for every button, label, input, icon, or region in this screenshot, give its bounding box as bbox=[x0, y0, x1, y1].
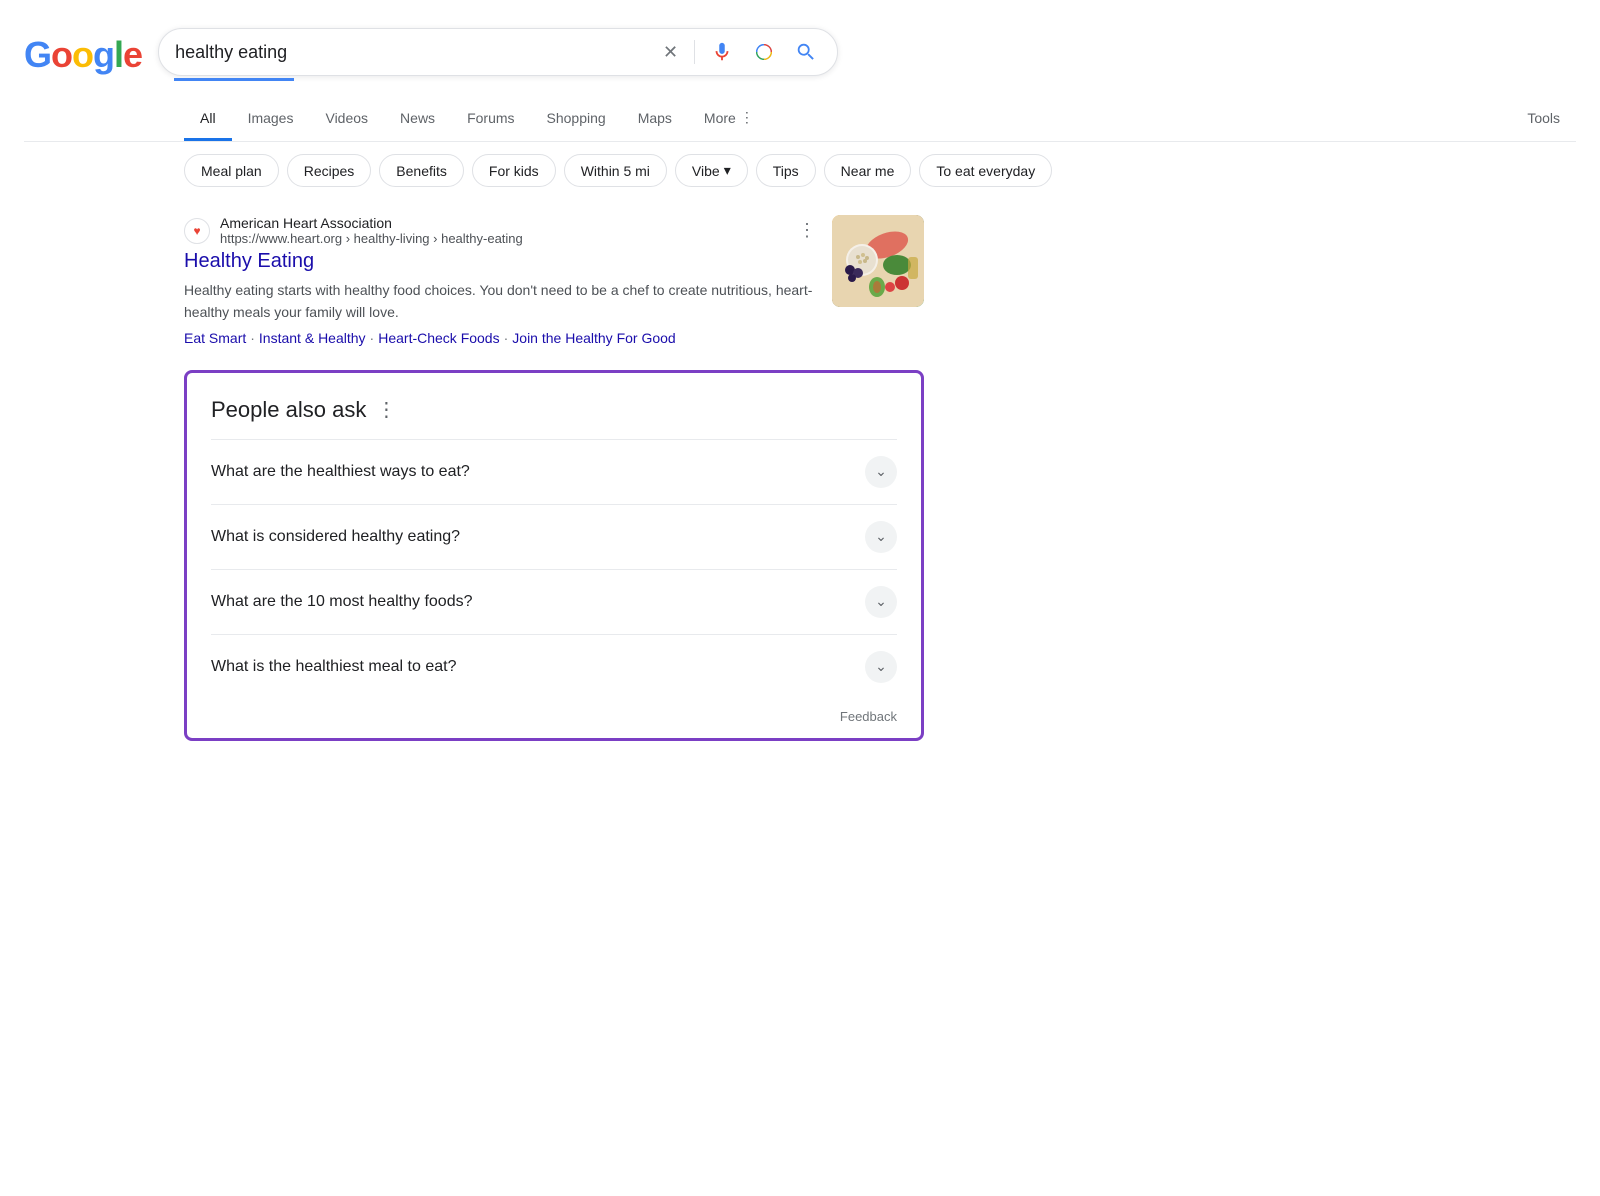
source-url: https://www.heart.org › healthy-living ›… bbox=[220, 231, 788, 246]
tab-maps[interactable]: Maps bbox=[622, 98, 688, 141]
logo-o1: o bbox=[51, 34, 72, 75]
chip-recipes[interactable]: Recipes bbox=[287, 154, 372, 187]
microphone-icon bbox=[711, 41, 733, 63]
search-underline bbox=[174, 78, 294, 81]
chip-within-5mi[interactable]: Within 5 mi bbox=[564, 154, 667, 187]
tab-forums[interactable]: Forums bbox=[451, 98, 530, 141]
result-thumbnail bbox=[832, 215, 924, 307]
paa-question-0: What are the healthiest ways to eat? bbox=[211, 463, 470, 481]
tab-images[interactable]: Images bbox=[232, 98, 310, 141]
chip-meal-plan[interactable]: Meal plan bbox=[184, 154, 279, 187]
chevron-down-icon: ▾ bbox=[724, 162, 731, 179]
chip-near-me[interactable]: Near me bbox=[824, 154, 912, 187]
paa-item-0[interactable]: What are the healthiest ways to eat? ⌄ bbox=[211, 439, 897, 504]
more-dots-icon: ⋮ bbox=[740, 109, 754, 126]
paa-item-2[interactable]: What are the 10 most healthy foods? ⌄ bbox=[211, 569, 897, 634]
divider bbox=[694, 40, 695, 64]
tab-news[interactable]: News bbox=[384, 98, 451, 141]
site-icon: ♥ bbox=[184, 218, 210, 244]
logo-e: e bbox=[123, 34, 142, 75]
paa-title: People also ask bbox=[211, 397, 366, 423]
logo-l: l bbox=[114, 34, 123, 75]
source-name: American Heart Association bbox=[220, 215, 788, 231]
chip-to-eat-everyday[interactable]: To eat everyday bbox=[919, 154, 1052, 187]
search-icon bbox=[795, 41, 817, 63]
result-links: Eat Smart · Instant & Healthy · Heart-Ch… bbox=[184, 330, 816, 346]
people-also-ask-box: People also ask ⋮ What are the healthies… bbox=[184, 370, 924, 741]
result-description: Healthy eating starts with healthy food … bbox=[184, 279, 816, 324]
result-main: ♥ American Heart Association https://www… bbox=[184, 215, 816, 346]
lens-button[interactable] bbox=[749, 37, 779, 67]
paa-feedback[interactable]: Feedback bbox=[211, 699, 897, 738]
result-title-link[interactable]: Healthy Eating bbox=[184, 250, 816, 273]
logo-g2: g bbox=[93, 34, 114, 75]
tab-videos[interactable]: Videos bbox=[309, 98, 384, 141]
nav-tabs: All Images Videos News Forums Shopping M… bbox=[24, 97, 1576, 142]
result-link-heart-check[interactable]: Heart-Check Foods bbox=[378, 330, 499, 346]
tab-shopping[interactable]: Shopping bbox=[531, 98, 622, 141]
clear-button[interactable]: ✕ bbox=[659, 38, 682, 67]
result-link-eat-smart[interactable]: Eat Smart bbox=[184, 330, 246, 346]
paa-header: People also ask ⋮ bbox=[211, 397, 897, 423]
tab-more[interactable]: More ⋮ bbox=[688, 97, 770, 141]
paa-question-3: What is the healthiest meal to eat? bbox=[211, 658, 456, 676]
paa-item-1[interactable]: What is considered healthy eating? ⌄ bbox=[211, 504, 897, 569]
result-link-instant-healthy[interactable]: Instant & Healthy bbox=[259, 330, 366, 346]
search-bar-container: ✕ bbox=[158, 28, 838, 81]
google-logo[interactable]: Google bbox=[24, 34, 142, 76]
chip-benefits[interactable]: Benefits bbox=[379, 154, 464, 187]
result-source: ♥ American Heart Association https://www… bbox=[184, 215, 816, 246]
chip-for-kids[interactable]: For kids bbox=[472, 154, 556, 187]
logo-g: G bbox=[24, 34, 51, 75]
source-info: American Heart Association https://www.h… bbox=[220, 215, 788, 246]
paa-item-3[interactable]: What is the healthiest meal to eat? ⌄ bbox=[211, 634, 897, 699]
logo-o2: o bbox=[72, 34, 93, 75]
result-more-icon[interactable]: ⋮ bbox=[798, 220, 816, 241]
tab-tools[interactable]: Tools bbox=[1511, 98, 1576, 141]
paa-chevron-2: ⌄ bbox=[865, 586, 897, 618]
dot-separator: · bbox=[370, 330, 375, 346]
paa-more-icon[interactable]: ⋮ bbox=[376, 397, 396, 422]
close-icon: ✕ bbox=[663, 42, 678, 63]
result-link-join[interactable]: Join the Healthy For Good bbox=[512, 330, 675, 346]
source-url-link[interactable]: https://www.heart.org › healthy-living ›… bbox=[220, 231, 523, 246]
chip-vibe[interactable]: Vibe ▾ bbox=[675, 154, 748, 187]
paa-question-1: What is considered healthy eating? bbox=[211, 528, 460, 546]
dot-separator: · bbox=[250, 330, 255, 346]
voice-search-button[interactable] bbox=[707, 37, 737, 67]
paa-chevron-3: ⌄ bbox=[865, 651, 897, 683]
dot-separator: · bbox=[504, 330, 509, 346]
search-button[interactable] bbox=[791, 37, 821, 67]
tab-all[interactable]: All bbox=[184, 98, 232, 141]
search-result: ♥ American Heart Association https://www… bbox=[184, 199, 924, 362]
paa-chevron-1: ⌄ bbox=[865, 521, 897, 553]
paa-question-2: What are the 10 most healthy foods? bbox=[211, 593, 472, 611]
main-content: ♥ American Heart Association https://www… bbox=[24, 199, 924, 741]
paa-chevron-0: ⌄ bbox=[865, 456, 897, 488]
chips-row: Meal plan Recipes Benefits For kids With… bbox=[24, 142, 1576, 199]
thumbnail-food-svg bbox=[832, 215, 924, 307]
google-lens-icon bbox=[753, 41, 775, 63]
search-input[interactable] bbox=[175, 42, 649, 63]
chip-tips[interactable]: Tips bbox=[756, 154, 816, 187]
